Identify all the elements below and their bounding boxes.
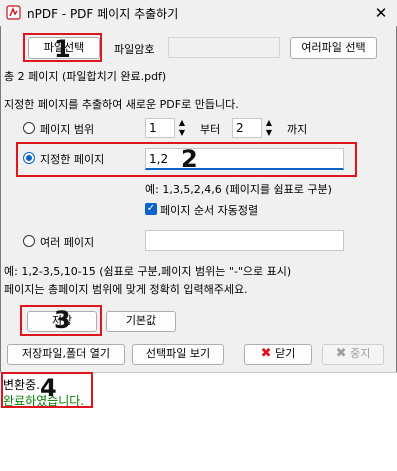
close-button-label: 닫기 <box>275 347 296 360</box>
spin-down-icon[interactable]: ▼ <box>176 128 188 138</box>
page-from-input[interactable]: 1 <box>145 118 175 138</box>
page-range-label: 페이지 범위 <box>40 123 95 136</box>
annotation-number-1: 1 <box>54 35 71 63</box>
file-info-text: 총 2 페이지 (파일합치기 완료.pdf) <box>4 70 167 83</box>
specified-pages-example: 예: 1,3,5,2,4,6 (페이지를 쉼표로 구분) <box>145 183 332 196</box>
view-selected-file-button[interactable]: 선택파일 보기 <box>132 344 224 365</box>
stop-button-label: 중지 <box>350 347 371 360</box>
spin-up-icon[interactable]: ▲ <box>176 118 188 128</box>
close-x-icon: ✖ <box>260 346 272 361</box>
file-password-label: 파일암호 <box>114 43 155 56</box>
multiple-pages-input[interactable] <box>145 230 344 251</box>
save-open-folder-button[interactable]: 저장파일,폴더 열기 <box>7 344 125 365</box>
annotation-number-2: 2 <box>181 145 198 173</box>
stop-button[interactable]: ✖ 중지 <box>322 344 384 365</box>
window-close-icon[interactable]: ✕ <box>371 3 391 23</box>
window-title: nPDF - PDF 페이지 추출하기 <box>27 7 179 21</box>
to-text: 까지 <box>287 123 308 136</box>
default-button[interactable]: 기본값 <box>106 311 176 332</box>
page-to-input[interactable]: 2 <box>232 118 262 138</box>
file-password-input[interactable] <box>168 37 280 58</box>
spin-up-icon[interactable]: ▲ <box>263 118 275 128</box>
multi-file-select-button[interactable]: 여러파일 선택 <box>290 37 377 59</box>
page-to-spinner[interactable]: ▲ ▼ <box>263 118 275 138</box>
multiple-pages-radio[interactable] <box>23 235 35 247</box>
page-range-radio[interactable] <box>23 122 35 134</box>
specified-pages-label: 지정한 페이지 <box>40 153 105 166</box>
close-button[interactable]: ✖ 닫기 <box>244 344 312 365</box>
multiple-pages-note: 페이지는 총페이지 범위에 맞게 정확히 입력해주세요. <box>4 283 248 296</box>
auto-sort-checkbox[interactable]: ✓ <box>145 203 157 215</box>
multiple-pages-example: 예: 1,2-3,5,10-15 (쉼표로 구분,페이지 범위는 "-"으로 표… <box>4 265 292 278</box>
stop-x-icon: ✖ <box>335 346 347 361</box>
page-from-spinner[interactable]: ▲ ▼ <box>176 118 188 138</box>
multiple-pages-label: 여러 페이지 <box>40 236 95 249</box>
specified-pages-radio[interactable] <box>23 152 35 164</box>
from-text: 부터 <box>200 123 221 136</box>
spin-down-icon[interactable]: ▼ <box>263 128 275 138</box>
npdf-app-icon <box>6 5 21 20</box>
specified-pages-input[interactable]: 1,2 <box>145 148 344 170</box>
annotation-number-4: 4 <box>40 374 57 402</box>
annotation-number-3: 3 <box>54 306 71 334</box>
description-text: 지정한 페이지를 추출하여 새로운 PDF로 만듭니다. <box>4 98 239 111</box>
auto-sort-label: 페이지 순서 자동정렬 <box>160 204 259 217</box>
